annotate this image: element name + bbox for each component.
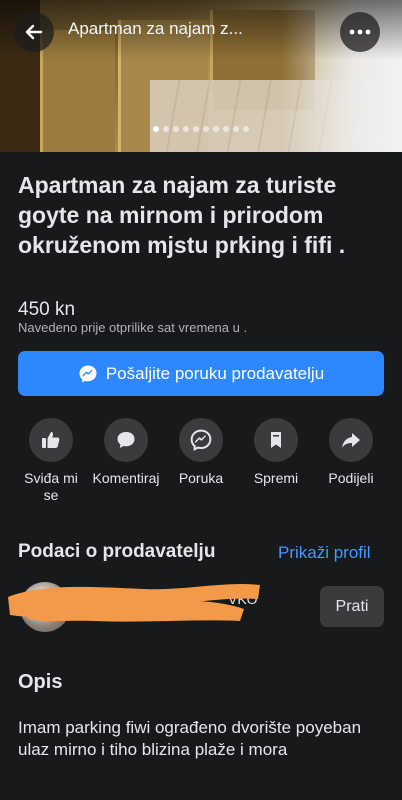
like-action[interactable]: Sviđa mi se (18, 418, 84, 518)
gallery-dot (153, 126, 159, 132)
description-text: Imam parking fiwi ograđeno dvorište poye… (18, 718, 362, 759)
gallery-dot (233, 126, 239, 132)
save-action[interactable]: Spremi (243, 418, 309, 518)
listing-time: Navedeno prije otprilike sat vremena u . (18, 320, 248, 335)
action-row: Sviđa mi se Komentiraj Poruka Spremi Pod… (18, 418, 384, 518)
bookmark-icon (271, 432, 281, 448)
back-button[interactable] (14, 12, 54, 52)
gallery-pagination (0, 126, 402, 132)
comment-label: Komentiraj (92, 470, 160, 486)
header-title: Apartman za najam z... (68, 19, 243, 38)
seller-heading: Podaci o prodavatelju (18, 541, 216, 562)
gallery-dot (183, 126, 189, 132)
share-action[interactable]: Podijeli (318, 418, 384, 518)
gallery-dot (193, 126, 199, 132)
send-message-button[interactable]: Pošaljite poruku prodavatelju (18, 351, 384, 396)
gallery-dot (243, 126, 249, 132)
share-label: Podijeli (328, 470, 374, 486)
message-action[interactable]: Poruka (168, 418, 234, 518)
more-dots-icon (349, 29, 371, 35)
comment-icon (117, 432, 135, 448)
more-options-button[interactable] (340, 12, 380, 52)
send-message-label: Pošaljite poruku prodavatelju (105, 363, 325, 383)
messenger-icon (79, 365, 97, 382)
messenger-icon (190, 429, 212, 451)
thumbs-up-icon (42, 432, 60, 448)
gallery-dot (213, 126, 219, 132)
arrow-left-icon (25, 24, 43, 40)
follow-button[interactable]: Prati (320, 586, 384, 627)
description-heading: Opis (18, 671, 63, 693)
save-label: Spremi (253, 470, 299, 486)
gallery-dot (223, 126, 229, 132)
comment-action[interactable]: Komentiraj (93, 418, 159, 518)
message-label: Poruka (178, 470, 224, 486)
view-profile-link[interactable]: Prikaži profil (278, 543, 371, 563)
listing-price: 450 kn (18, 299, 76, 320)
share-icon (342, 433, 360, 448)
like-label: Sviđa mi se (24, 470, 78, 503)
gallery-dot (163, 126, 169, 132)
redaction-scribble (8, 584, 260, 622)
gallery-dot (173, 126, 179, 132)
gallery-dot (203, 126, 209, 132)
listing-title: Apartman za najam za turiste goyte na mi… (18, 172, 346, 258)
